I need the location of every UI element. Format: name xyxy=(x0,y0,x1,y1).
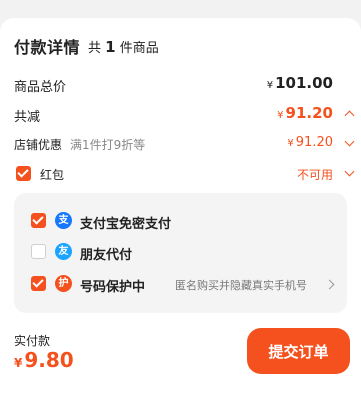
discount-value[interactable]: ¥91.20 xyxy=(277,104,333,122)
payment-detail-card: 付款详情 共 1 件商品 商品总价 ¥101.00 共减 ¥91.20 店铺优惠… xyxy=(0,18,361,406)
chevron-up-icon[interactable] xyxy=(344,110,355,121)
number-protect-icon: 护 xyxy=(55,275,72,292)
alipay-icon: 支 xyxy=(55,212,72,229)
page-title: 付款详情 xyxy=(14,38,81,57)
submit-order-button[interactable]: 提交订单 xyxy=(247,328,350,374)
number-protect-note[interactable]: 匿名购买并隐藏真实手机号 xyxy=(175,277,307,293)
redpacket-checkbox[interactable] xyxy=(16,166,31,181)
number-protect-label[interactable]: 号码保护中 xyxy=(80,276,145,295)
chevron-down-icon[interactable] xyxy=(344,166,355,177)
friend-pay-checkbox[interactable] xyxy=(31,244,46,259)
redpacket-status[interactable]: 不可用 xyxy=(297,166,333,183)
actual-payment-label: 实付款 xyxy=(14,334,51,348)
total-price-value: ¥101.00 xyxy=(266,74,333,92)
number-protect-checkbox[interactable] xyxy=(31,276,46,291)
store-discount-value[interactable]: ¥91.20 xyxy=(287,135,333,150)
redpacket-label: 红包 xyxy=(40,168,65,182)
store-discount-desc: 满1件打9折等 xyxy=(70,138,146,152)
store-discount-label: 店铺优惠 xyxy=(14,138,63,152)
friend-pay-icon: 友 xyxy=(55,243,72,260)
chevron-down-icon[interactable] xyxy=(344,136,355,147)
total-price-label: 商品总价 xyxy=(14,80,67,95)
discount-label: 共减 xyxy=(14,110,41,125)
item-count: 共 1 件商品 xyxy=(88,38,159,56)
alipay-label[interactable]: 支付宝免密支付 xyxy=(80,213,171,232)
friend-pay-label[interactable]: 朋友代付 xyxy=(80,244,132,263)
actual-payment-value: ¥9.80 xyxy=(14,348,74,372)
alipay-checkbox[interactable] xyxy=(31,213,46,228)
